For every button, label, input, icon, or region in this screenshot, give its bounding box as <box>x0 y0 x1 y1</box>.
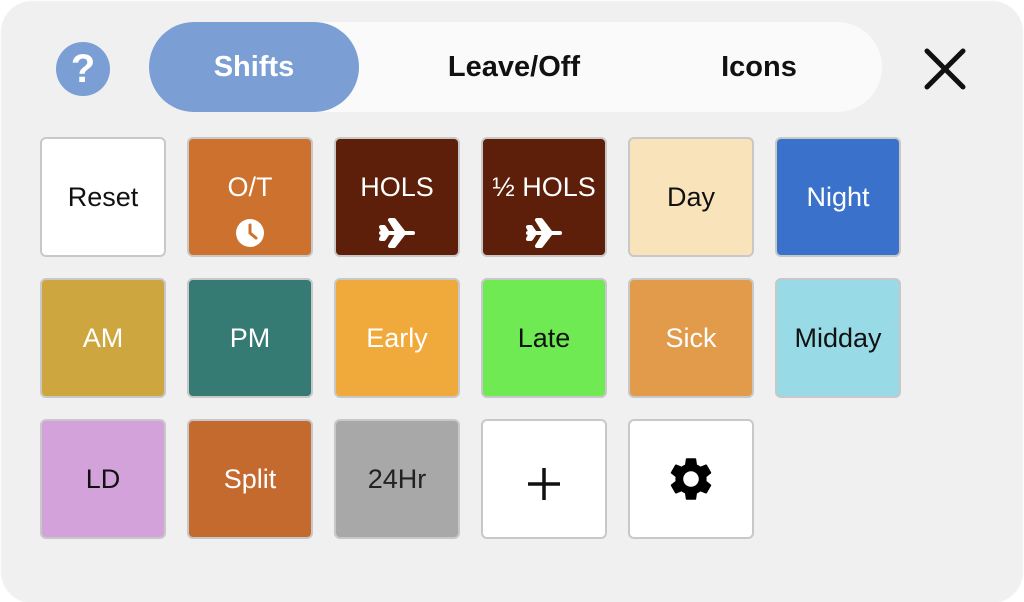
tile-hols[interactable]: HOLS <box>334 137 460 257</box>
gear-icon <box>670 458 712 500</box>
tab-leave-off[interactable]: Leave/Off <box>389 22 639 112</box>
tile-label: Early <box>366 322 428 353</box>
tile-reset[interactable]: Reset <box>40 137 166 257</box>
settings-button[interactable] <box>628 419 754 539</box>
help-icon: ? <box>70 46 96 91</box>
tile-24hr[interactable]: 24Hr <box>334 419 460 539</box>
tile-label: Split <box>223 463 277 494</box>
tab-icons[interactable]: Icons <box>659 22 859 112</box>
tab-shifts[interactable]: Shifts <box>149 22 359 112</box>
tile-label: O/T <box>227 171 273 202</box>
tile-early[interactable]: Early <box>334 278 460 398</box>
tile-sick[interactable]: Sick <box>628 278 754 398</box>
tile-day[interactable]: Day <box>628 137 754 257</box>
tile-label: PM <box>229 322 271 353</box>
tile-split[interactable]: Split <box>187 419 313 539</box>
tile-label: Day <box>666 181 715 212</box>
tile-ld[interactable]: LD <box>40 419 166 539</box>
tile-label: HOLS <box>360 171 434 202</box>
tile-label: AM <box>82 322 124 353</box>
tile-label: ½ HOLS <box>492 171 596 202</box>
plus-icon <box>528 468 560 500</box>
tile-label: Sick <box>665 322 717 353</box>
tile-midday[interactable]: Midday <box>775 278 901 398</box>
tile-label: Midday <box>794 322 882 353</box>
tile-label: LD <box>85 463 121 494</box>
help-button[interactable]: ? <box>56 42 110 96</box>
close-icon <box>924 48 966 90</box>
shift-picker-panel: ? Shifts Leave/Off Icons Reset O/T HOLS … <box>2 2 1022 602</box>
tile-label: Reset <box>67 181 139 212</box>
tile-pm[interactable]: PM <box>187 278 313 398</box>
add-shift-button[interactable] <box>481 419 607 539</box>
tile-am[interactable]: AM <box>40 278 166 398</box>
tab-bar: Shifts Leave/Off Icons <box>149 22 882 112</box>
tile-label: 24Hr <box>367 463 427 494</box>
tile-label: Late <box>517 322 571 353</box>
airplane-icon <box>526 218 562 248</box>
close-button[interactable] <box>920 44 970 94</box>
tile-night[interactable]: Night <box>775 137 901 257</box>
tile-late[interactable]: Late <box>481 278 607 398</box>
tile-half-hols[interactable]: ½ HOLS <box>481 137 607 257</box>
clock-icon <box>236 219 264 247</box>
tile-overtime[interactable]: O/T <box>187 137 313 257</box>
airplane-icon <box>379 218 415 248</box>
tile-label: Night <box>806 181 870 212</box>
